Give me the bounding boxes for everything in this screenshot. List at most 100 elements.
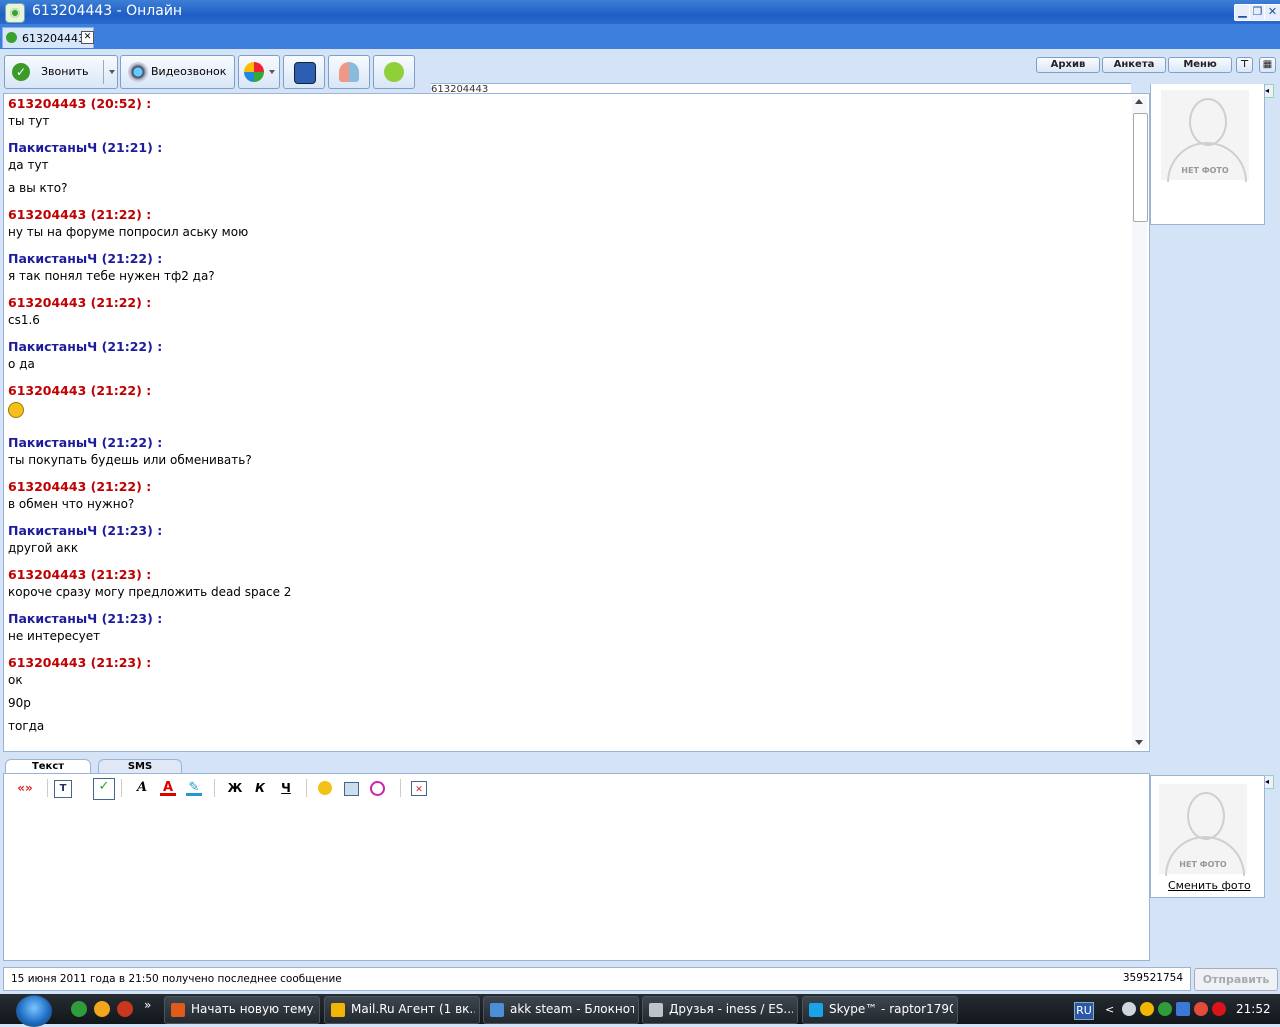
quote-button[interactable]: «» <box>14 780 36 796</box>
change-photo-link[interactable]: Сменить фото <box>1168 879 1251 892</box>
scroll-up-icon[interactable] <box>1135 99 1143 104</box>
no-photo-label: НЕТ ФОТО <box>1181 166 1229 175</box>
message-sender: 613204443 (21:22) : <box>8 383 152 398</box>
call-button-label: Звонить <box>41 65 89 78</box>
chevron-down-icon[interactable] <box>269 70 275 74</box>
taskbar-item[interactable]: Начать новую тему... <box>164 996 320 1024</box>
profile-button[interactable]: Анкета <box>1102 57 1166 73</box>
highlight-icon[interactable]: ✎ <box>186 780 202 796</box>
title-bar[interactable]: 613204443 - Онлайн ▁ ❐ ✕ <box>0 0 1280 24</box>
message-text: а вы кто? <box>8 181 68 195</box>
blocked-tray-icon[interactable] <box>1212 1002 1226 1016</box>
bold-button[interactable]: Ж <box>227 780 243 796</box>
message-text: короче сразу могу предложить dead space … <box>8 585 292 599</box>
layout-grid-icon[interactable]: ▦ <box>1259 57 1276 73</box>
text-color-icon[interactable]: A <box>160 780 176 796</box>
alarm-clock-icon[interactable] <box>370 781 385 796</box>
message-sender: ПакистаныЧ (21:23) : <box>8 611 163 626</box>
app-icon <box>490 1003 504 1017</box>
taskbar-item[interactable]: Skype™ - raptor1790 <box>802 996 958 1024</box>
check-icon: ✓ <box>12 63 30 81</box>
mailru-tray-icon[interactable] <box>1140 1002 1154 1016</box>
send-file-button[interactable] <box>373 55 415 89</box>
smiley-icon[interactable] <box>318 781 332 795</box>
taskbar-item[interactable]: Друзья - iness / ES... <box>642 996 798 1024</box>
services-menu-button[interactable] <box>238 55 280 89</box>
app-icon <box>809 1003 823 1017</box>
taskbar-item-label: Друзья - iness / ES... <box>669 1002 793 1016</box>
message-text: не интересует <box>8 629 101 643</box>
taskbar-item[interactable]: Mail.Ru Агент (1 вк... <box>324 996 480 1024</box>
message-sender: ПакистаныЧ (21:23) : <box>8 523 163 538</box>
clover-app-icon[interactable] <box>5 3 25 23</box>
last-message-status: 15 июня 2011 года в 21:50 получено после… <box>11 973 342 985</box>
globe-icon <box>244 62 264 82</box>
language-indicator[interactable]: RU <box>1074 1002 1094 1020</box>
tab-contact-label: 613204443 <box>22 32 85 45</box>
window-title: 613204443 - Онлайн <box>32 3 183 19</box>
quicklaunch-more-icon[interactable]: » <box>144 998 151 1012</box>
browser-icon[interactable] <box>117 1001 133 1017</box>
send-button[interactable]: Отправить <box>1194 968 1278 991</box>
message-sender: 613204443 (21:23) : <box>8 567 152 582</box>
message-text: другой акк <box>8 541 79 555</box>
pin-icon[interactable]: ⊤ <box>1236 57 1253 73</box>
tray-expand-icon[interactable]: < <box>1105 1003 1114 1016</box>
chat-message: ПакистаныЧ (21:21) : да тут а вы кто? <box>8 140 1128 196</box>
contacts-button[interactable] <box>328 55 370 89</box>
message-text: тогда <box>8 719 45 733</box>
users-icon <box>339 62 359 82</box>
clover-icon <box>6 32 17 43</box>
taskbar-item[interactable]: akk steam - Блокнот <box>483 996 639 1024</box>
mailru-icon[interactable] <box>94 1001 110 1017</box>
chat-message: 613204443 (20:52) : ты тут <box>8 96 1128 129</box>
status-bar: 15 июня 2011 года в 21:50 получено после… <box>3 967 1191 991</box>
message-text: я так понял тебе нужен тф2 да? <box>8 269 215 283</box>
message-list: 613204443 (20:52) : ты тут ПакистаныЧ (21:… <box>8 96 1128 745</box>
taskbar-item-label: Skype™ - raptor1790 <box>829 1002 953 1016</box>
paperclip-icon <box>384 62 404 82</box>
translit-icon[interactable]: T <box>54 780 72 798</box>
chat-message: 613204443 (21:23) : короче сразу могу пре… <box>8 567 1128 600</box>
tab-sms[interactable]: SMS <box>98 759 182 774</box>
video-call-button[interactable]: Видеозвонок <box>120 55 235 89</box>
steam-tray-icon[interactable] <box>1122 1002 1136 1016</box>
message-sender: ПакистаныЧ (21:21) : <box>8 140 163 155</box>
chat-log[interactable]: 613204443 (20:52) : ты тут ПакистаныЧ (21:… <box>3 93 1150 752</box>
self-avatar: НЕТ ФОТО <box>1159 784 1247 876</box>
utorrent-icon[interactable] <box>71 1001 87 1017</box>
close-tab-icon[interactable]: ✕ <box>81 31 94 44</box>
message-input[interactable] <box>3 802 1150 961</box>
message-text: cs1.6 <box>8 313 40 327</box>
tab-text[interactable]: Текст <box>5 759 91 774</box>
message-sender: 613204443 (21:23) : <box>8 655 152 670</box>
message-text: ну ты на форуме попросил аську мою <box>8 225 249 239</box>
message-sender: 613204443 (21:22) : <box>8 479 152 494</box>
security-tray-icon[interactable] <box>1194 1002 1208 1016</box>
call-button[interactable]: ✓ Звонить <box>4 55 118 89</box>
utorrent-tray-icon[interactable] <box>1158 1002 1172 1016</box>
chevron-down-icon[interactable] <box>109 70 115 74</box>
scroll-thumb[interactable] <box>1133 113 1148 222</box>
chat-message: 613204443 (21:22) : cs1.6 <box>8 295 1128 328</box>
scroll-down-icon[interactable] <box>1135 740 1143 745</box>
close-button[interactable]: ✕ <box>1264 4 1280 21</box>
clock: 21:52 <box>1236 1002 1271 1016</box>
contact-tab-strip: 613204443 ✕ <box>0 24 1280 49</box>
spellcheck-icon[interactable]: ✓ <box>93 778 115 800</box>
archive-button[interactable]: Архив <box>1036 57 1100 73</box>
network-tray-icon[interactable] <box>1176 1002 1190 1016</box>
message-sender: 613204443 (20:52) : <box>8 96 152 111</box>
clear-history-icon[interactable]: ✕ <box>411 781 427 796</box>
start-button[interactable] <box>16 995 52 1027</box>
font-icon[interactable]: A <box>134 780 150 796</box>
menu-button[interactable]: Меню <box>1168 57 1232 73</box>
video-message-icon[interactable] <box>344 782 359 796</box>
tab-contact[interactable]: 613204443 ✕ <box>2 27 94 48</box>
underline-button[interactable]: Ч <box>278 780 294 796</box>
italic-button[interactable]: К <box>252 780 268 796</box>
save-history-button[interactable] <box>283 55 325 89</box>
video-call-label: Видеозвонок <box>151 65 227 78</box>
chat-message: ПакистаныЧ (21:22) : ты покупать будешь и… <box>8 435 1128 468</box>
message-text: ок <box>8 673 23 687</box>
